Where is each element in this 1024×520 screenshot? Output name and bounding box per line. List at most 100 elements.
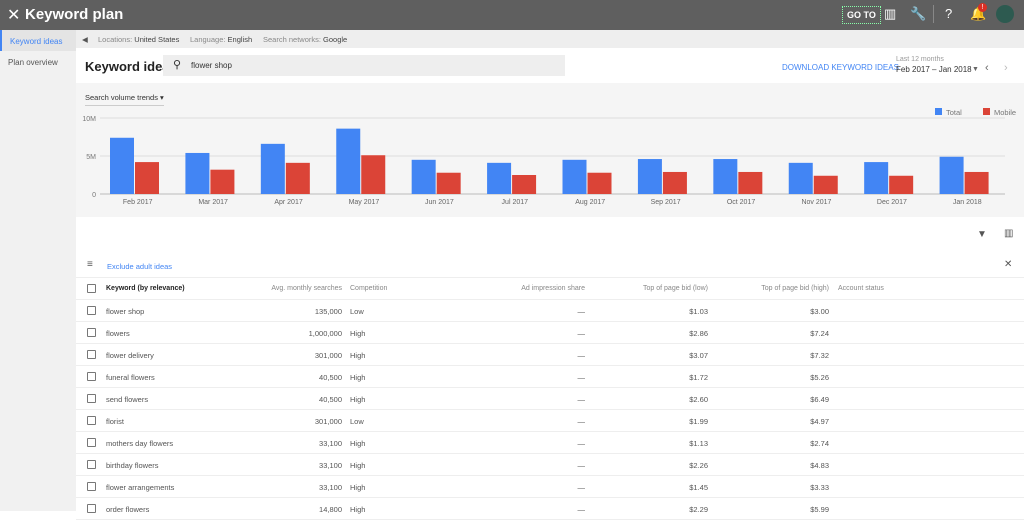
avg-searches-cell: 40,500 xyxy=(319,373,342,382)
col-account-status[interactable]: Account status xyxy=(838,285,884,292)
competition-cell: High xyxy=(350,395,366,404)
bid-low-cell: $3.07 xyxy=(689,351,708,360)
avg-searches-cell: 135,000 xyxy=(314,307,342,316)
impression-share-cell: — xyxy=(577,307,586,316)
x-tick-label: Feb 2017 xyxy=(123,199,153,206)
exclude-adult-chip[interactable]: Exclude adult ideas xyxy=(107,262,172,271)
keyword-cell: flowers xyxy=(106,329,130,338)
row-checkbox[interactable] xyxy=(87,438,96,447)
bid-high-cell: $3.33 xyxy=(810,483,829,492)
col-bid-high[interactable]: Top of page bid (high) xyxy=(761,285,829,292)
prev-icon[interactable]: ‹ xyxy=(985,62,989,74)
y-tick-label: 0 xyxy=(92,192,96,199)
language-filter[interactable]: Language: English xyxy=(190,35,252,44)
col-bid-low[interactable]: Top of page bid (low) xyxy=(643,285,708,292)
x-tick-label: Dec 2017 xyxy=(877,199,907,206)
row-checkbox[interactable] xyxy=(87,328,96,337)
sidebar-item-keyword-ideas[interactable]: Keyword ideas xyxy=(0,30,76,51)
x-tick-label: Jan 2018 xyxy=(953,199,982,206)
y-tick-label: 5M xyxy=(86,154,96,161)
table-row: flowers 1,000,000 High — $2.86 $7.24 xyxy=(76,322,1024,344)
collapse-icon[interactable]: ◀ xyxy=(82,35,88,44)
competition-cell: High xyxy=(350,439,366,448)
networks-filter[interactable]: Search networks: Google xyxy=(263,35,347,44)
bid-high-cell: $6.49 xyxy=(810,395,829,404)
bid-low-cell: $1.99 xyxy=(689,417,708,426)
help-icon[interactable]: ? xyxy=(945,6,952,21)
table-row: birthday flowers 33,100 High — $2.26 $4.… xyxy=(76,454,1024,476)
bid-low-cell: $2.26 xyxy=(689,461,708,470)
row-checkbox[interactable] xyxy=(87,394,96,403)
keyword-cell: flower shop xyxy=(106,307,145,316)
date-range-picker[interactable]: Last 12 months Feb 2017 – Jan 2018 xyxy=(896,56,972,74)
toolbar: ▼ ▥ xyxy=(76,217,1024,252)
avg-searches-cell: 301,000 xyxy=(314,417,342,426)
bar-total xyxy=(336,128,361,194)
row-checkbox[interactable] xyxy=(87,504,96,513)
bar-mobile xyxy=(587,172,612,194)
table-row: flower delivery 301,000 High — $3.07 $7.… xyxy=(76,344,1024,366)
row-checkbox[interactable] xyxy=(87,482,96,491)
columns-icon[interactable]: ▥ xyxy=(1004,228,1013,239)
locations-filter[interactable]: Locations: United States xyxy=(98,35,179,44)
reports-icon[interactable]: ▥ xyxy=(884,6,896,22)
competition-cell: High xyxy=(350,329,366,338)
impression-share-cell: — xyxy=(577,439,586,448)
avg-searches-cell: 14,800 xyxy=(319,505,342,514)
table-row: funeral flowers 40,500 High — $1.72 $5.2… xyxy=(76,366,1024,388)
bid-low-cell: $1.72 xyxy=(689,373,708,382)
y-tick-label: 10M xyxy=(82,116,96,123)
range-label: Last 12 months xyxy=(896,56,944,63)
filter-icon[interactable]: ▼ xyxy=(977,229,987,240)
close-filter-icon[interactable]: ✕ xyxy=(1004,259,1012,270)
range-value: Feb 2017 – Jan 2018 xyxy=(896,65,972,74)
keyword-cell: send flowers xyxy=(106,395,149,404)
col-impression-share[interactable]: Ad impression share xyxy=(521,285,585,292)
bar-total xyxy=(637,159,662,194)
table-header: Keyword (by relevance) Avg. monthly sear… xyxy=(76,278,1024,300)
col-competition[interactable]: Competition xyxy=(350,285,387,292)
row-checkbox[interactable] xyxy=(87,372,96,381)
sidebar: Keyword ideas Plan overview xyxy=(0,30,76,511)
dropdown-icon[interactable]: ▼ xyxy=(972,66,979,73)
row-checkbox[interactable] xyxy=(87,416,96,425)
row-checkbox[interactable] xyxy=(87,306,96,315)
search-value: flower shop xyxy=(191,61,232,70)
download-button[interactable]: DOWNLOAD KEYWORD IDEAS xyxy=(782,63,899,72)
bar-total xyxy=(562,159,587,194)
filter-bar: ◀ Locations: United States Language: Eng… xyxy=(76,30,1024,48)
bar-total xyxy=(713,159,738,194)
impression-share-cell: — xyxy=(577,417,586,426)
table-row: mothers day flowers 33,100 High — $1.13 … xyxy=(76,432,1024,454)
row-checkbox[interactable] xyxy=(87,350,96,359)
search-input[interactable]: ⚲ flower shop xyxy=(163,55,565,76)
avatar[interactable] xyxy=(996,5,1014,23)
table-row: send flowers 40,500 High — $2.60 $6.49 xyxy=(76,388,1024,410)
filter-lines-icon[interactable]: ≡ xyxy=(87,259,93,270)
competition-cell: Low xyxy=(350,417,364,426)
avg-searches-cell: 1,000,000 xyxy=(308,329,342,338)
col-avg-searches[interactable]: Avg. monthly searches xyxy=(271,285,342,292)
select-all-checkbox[interactable] xyxy=(87,284,96,293)
bid-high-cell: $7.24 xyxy=(810,329,829,338)
row-checkbox[interactable] xyxy=(87,460,96,469)
bar-mobile xyxy=(738,171,763,194)
notification-badge: ! xyxy=(978,3,987,12)
goto-button[interactable]: GO TO xyxy=(842,6,881,24)
next-icon[interactable]: › xyxy=(1004,62,1008,74)
bid-high-cell: $3.00 xyxy=(810,307,829,316)
sidebar-item-plan-overview[interactable]: Plan overview xyxy=(0,51,76,72)
close-icon[interactable]: ✕ xyxy=(7,5,20,25)
x-tick-label: Jul 2017 xyxy=(502,199,529,206)
col-keyword[interactable]: Keyword (by relevance) xyxy=(106,285,185,292)
search-icon: ⚲ xyxy=(173,59,182,71)
x-tick-label: Apr 2017 xyxy=(274,199,303,206)
top-bar: ✕ Keyword plan GO TO ▥ 🔧 ? 🔔 ! xyxy=(0,0,1024,30)
table-row: flower shop 135,000 Low — $1.03 $3.00 xyxy=(76,300,1024,322)
competition-cell: High xyxy=(350,351,366,360)
bar-mobile xyxy=(361,155,386,194)
bar-mobile xyxy=(436,172,461,194)
bid-high-cell: $2.74 xyxy=(810,439,829,448)
wrench-icon[interactable]: 🔧 xyxy=(910,6,926,22)
bid-low-cell: $1.45 xyxy=(689,483,708,492)
